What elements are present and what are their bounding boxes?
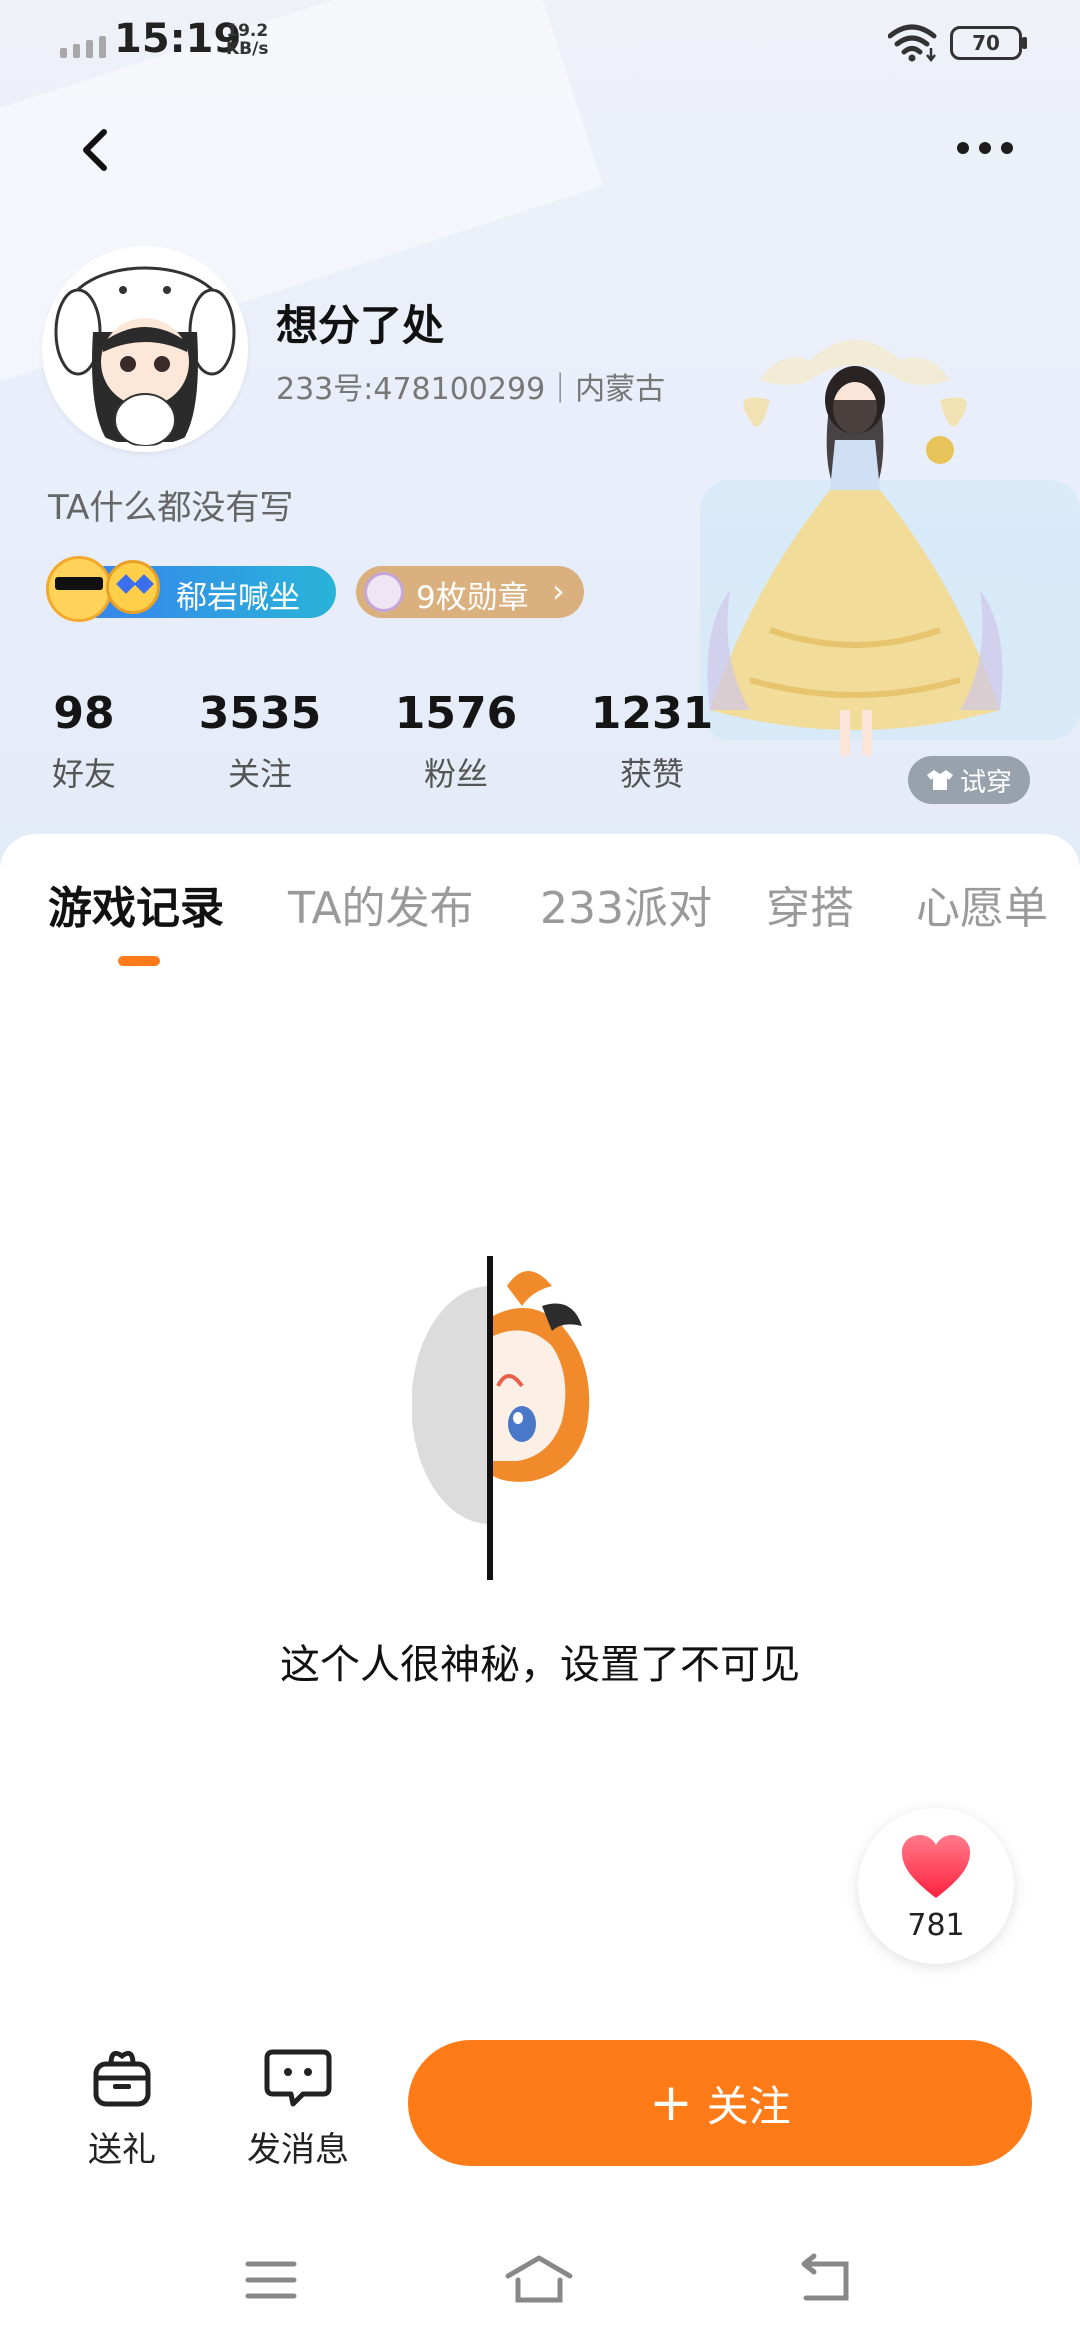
plus-icon: + — [649, 2073, 693, 2133]
stat-following[interactable]: 3535 关注 — [180, 688, 340, 795]
user-id-location: 233号:478100299｜内蒙古 — [276, 372, 666, 407]
medal-badge[interactable]: 9枚勋章 › — [356, 566, 584, 618]
stat-fans[interactable]: 1576 粉丝 — [376, 688, 536, 795]
message-button[interactable]: 发消息 — [238, 2044, 358, 2171]
tab-game-records[interactable]: 游戏记录 — [48, 872, 224, 936]
like-count: 781 — [907, 1908, 965, 1943]
avatar[interactable] — [42, 246, 248, 452]
tab-posts[interactable]: TA的发布 — [288, 872, 474, 936]
profile-tabs: 游戏记录 TA的发布 233派对 穿搭 心愿单 — [0, 872, 1080, 934]
nickname: 想分了处 — [276, 301, 445, 350]
shirt-icon — [926, 770, 953, 790]
peeking-character-illustration — [412, 1256, 590, 1580]
try-on-button[interactable]: 试穿 — [908, 756, 1030, 804]
gift-icon — [93, 2050, 151, 2107]
more-options-icon[interactable] — [950, 128, 1020, 168]
signal-icon — [60, 36, 106, 58]
wifi-icon — [888, 24, 937, 62]
title-badge[interactable]: 郗岩喊坐 — [46, 556, 336, 622]
follow-button[interactable]: + 关注 — [408, 2040, 1032, 2166]
system-navigation-bar — [0, 2230, 1080, 2340]
back-nav-icon[interactable] — [790, 2250, 860, 2310]
home-icon[interactable] — [504, 2250, 574, 2310]
menu-icon[interactable] — [236, 2250, 306, 2310]
medal-badge-label: 9枚勋章 — [416, 580, 529, 616]
chat-bubble-icon — [264, 2049, 332, 2107]
tab-outfits[interactable]: 穿搭 — [766, 872, 854, 936]
title-badge-label: 郗岩喊坐 — [176, 580, 300, 616]
sunglasses-emoji-icon — [46, 556, 112, 622]
bio: TA什么都没有写 — [48, 488, 294, 528]
clock: 15:19 — [114, 16, 242, 62]
star-eyes-emoji-icon — [106, 560, 160, 614]
network-speed: 19.2 KB/s — [226, 21, 269, 59]
battery-indicator: 70 — [950, 26, 1027, 60]
back-arrow-icon[interactable] — [66, 120, 126, 180]
heart-icon — [902, 1835, 970, 1898]
tab-party[interactable]: 233派对 — [540, 872, 712, 936]
character-avatar-image[interactable] — [690, 330, 1020, 770]
tab-wishlist[interactable]: 心愿单 — [916, 872, 1048, 936]
gift-button[interactable]: 送礼 — [62, 2044, 182, 2171]
status-bar: 15:19 19.2 KB/s 70 — [0, 0, 1080, 86]
tab-indicator — [118, 956, 160, 966]
medal-icon — [364, 572, 404, 612]
chevron-right-icon: › — [552, 572, 565, 610]
avatar-image — [54, 266, 236, 446]
stat-friends[interactable]: 98 好友 — [4, 688, 164, 795]
like-button[interactable]: 781 — [858, 1808, 1014, 1964]
empty-state-message: 这个人很神秘，设置了不可见 — [280, 1642, 800, 1688]
